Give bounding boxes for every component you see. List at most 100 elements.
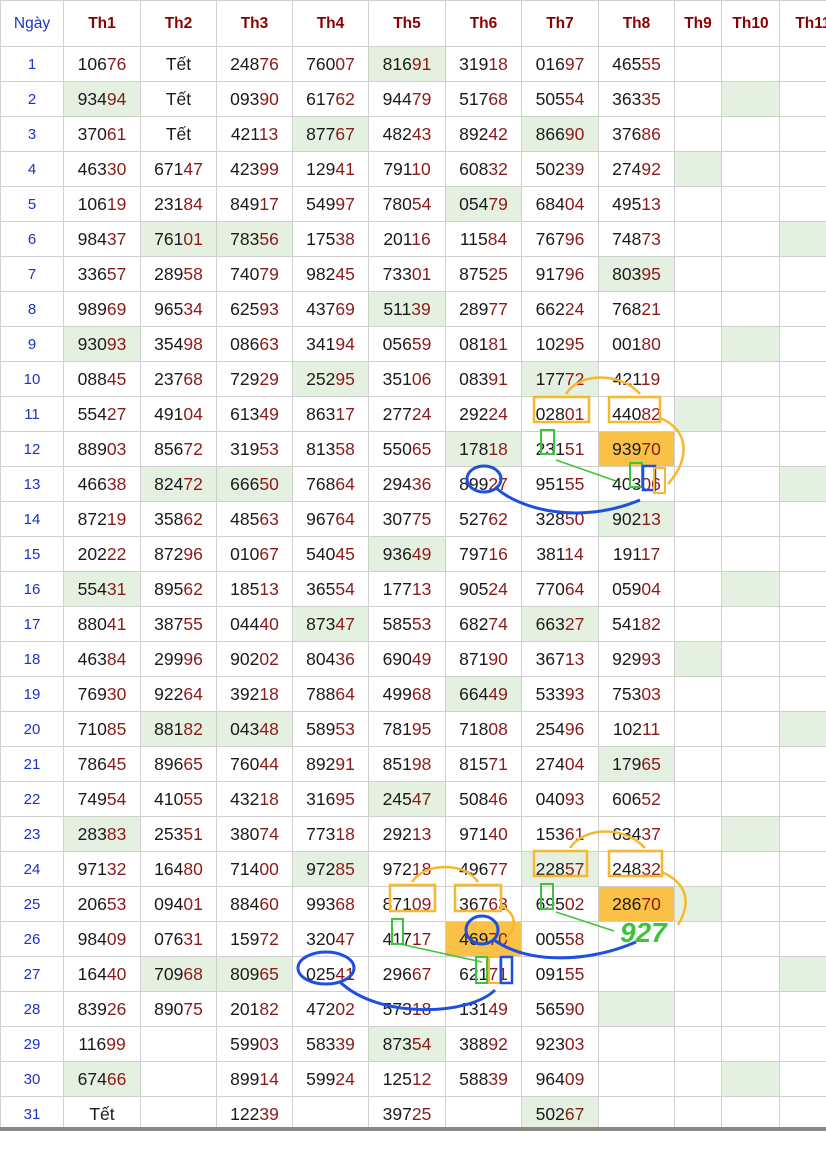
result-cell: 36763 [445, 886, 522, 922]
table-row: 28 83926 89075 20182 47202 57318 13149 56590 [0, 991, 826, 1027]
result-cell: 97132 [63, 851, 141, 887]
result-cell: 73301 [368, 256, 446, 292]
result-cell [674, 1026, 722, 1062]
result-cell: 10619 [63, 186, 141, 222]
result-cell: 36335 [598, 81, 675, 117]
result-cell [674, 151, 722, 187]
result-cell: 00180 [598, 326, 675, 362]
result-cell: 93970 [598, 431, 675, 467]
result-cell: 58553 [368, 606, 446, 642]
result-cell [721, 991, 780, 1027]
result-cell [779, 1026, 826, 1062]
result-cell [721, 291, 780, 327]
result-cell: 54997 [292, 186, 369, 222]
day-number: 27 [0, 956, 64, 992]
result-cell [779, 571, 826, 607]
result-cell: 04093 [521, 781, 599, 817]
result-cell: 90202 [216, 641, 293, 677]
result-cell [721, 466, 780, 502]
day-number: 8 [0, 291, 64, 327]
day-number: 18 [0, 641, 64, 677]
result-cell: 97285 [292, 851, 369, 887]
result-cell: 81691 [368, 46, 446, 82]
result-cell: 10676 [63, 46, 141, 82]
result-cell [674, 711, 722, 747]
result-cell: 61762 [292, 81, 369, 117]
result-cell: 34194 [292, 326, 369, 362]
result-cell: 29996 [140, 641, 217, 677]
table-row: 12 88903 85672 31953 81358 55065 17818 23151 939… [0, 431, 826, 467]
result-cell: 15972 [216, 921, 293, 957]
result-cell: 46384 [63, 641, 141, 677]
result-cell: 97218 [368, 851, 446, 887]
result-cell [779, 501, 826, 537]
result-cell: 82472 [140, 466, 217, 502]
result-cell: 25496 [521, 711, 599, 747]
result-cell [779, 396, 826, 432]
result-cell: 58339 [292, 1026, 369, 1062]
result-cell: 86317 [292, 396, 369, 432]
result-cell: 43769 [292, 291, 369, 327]
day-number: 17 [0, 606, 64, 642]
day-number: 2 [0, 81, 64, 117]
result-cell [779, 221, 826, 257]
result-cell: 29213 [368, 816, 446, 852]
result-cell: 72929 [216, 361, 293, 397]
result-cell: 55065 [368, 431, 446, 467]
result-cell: 50239 [521, 151, 599, 187]
result-cell: 87109 [368, 886, 446, 922]
result-cell: 61349 [216, 396, 293, 432]
result-cell: 74873 [598, 221, 675, 257]
day-number: 21 [0, 746, 64, 782]
result-cell [721, 921, 780, 957]
result-cell: 17965 [598, 746, 675, 782]
result-cell [721, 151, 780, 187]
result-cell: Tết [140, 46, 217, 82]
day-number: 25 [0, 886, 64, 922]
result-cell [674, 361, 722, 397]
header-month-th4: Th4 [292, 0, 369, 47]
result-cell: 67147 [140, 151, 217, 187]
result-cell [721, 186, 780, 222]
result-cell [674, 431, 722, 467]
result-cell: 66327 [521, 606, 599, 642]
result-cell: 02541 [292, 956, 369, 992]
result-cell: 31695 [292, 781, 369, 817]
result-cell [779, 536, 826, 572]
day-number: 22 [0, 781, 64, 817]
table-row: 16 55431 89562 18513 36554 17713 90524 77064 059… [0, 571, 826, 607]
result-cell: 38114 [521, 536, 599, 572]
result-cell [721, 606, 780, 642]
result-cell [674, 851, 722, 887]
result-cell [779, 711, 826, 747]
table-row: 9 93093 35498 08663 34194 05659 08181 10295 0018… [0, 326, 826, 362]
result-cell: 27492 [598, 151, 675, 187]
result-cell: 93494 [63, 81, 141, 117]
result-cell: 99368 [292, 886, 369, 922]
header-month-th9: Th9 [674, 0, 722, 47]
result-cell: 49968 [368, 676, 446, 712]
result-cell: 91796 [521, 256, 599, 292]
result-cell: 31918 [445, 46, 522, 82]
result-cell: 79716 [445, 536, 522, 572]
result-cell: 29224 [445, 396, 522, 432]
day-number: 1 [0, 46, 64, 82]
result-cell: 44082 [598, 396, 675, 432]
result-cell: 48243 [368, 116, 446, 152]
result-cell: 04348 [216, 711, 293, 747]
result-cell: 81358 [292, 431, 369, 467]
day-number: 9 [0, 326, 64, 362]
result-cell: 70968 [140, 956, 217, 992]
result-cell: 55427 [63, 396, 141, 432]
result-cell: 88460 [216, 886, 293, 922]
result-cell [674, 46, 722, 82]
result-cell: 84917 [216, 186, 293, 222]
result-cell [674, 641, 722, 677]
result-cell [721, 116, 780, 152]
header-month-th1: Th1 [63, 0, 141, 47]
result-cell: 93649 [368, 536, 446, 572]
result-cell: 54182 [598, 606, 675, 642]
result-cell: 94479 [368, 81, 446, 117]
result-cell [779, 361, 826, 397]
result-cell: 46555 [598, 46, 675, 82]
